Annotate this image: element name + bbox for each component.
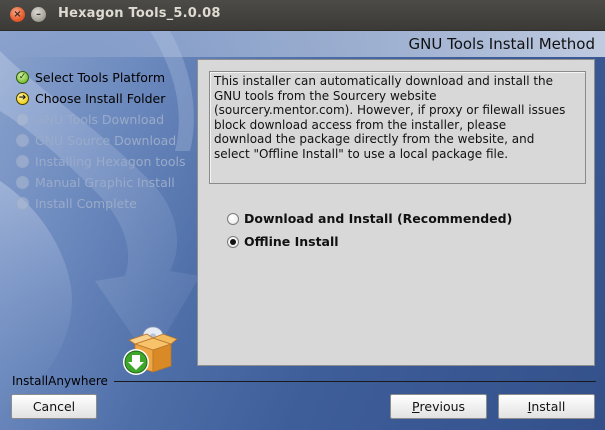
brand-label: InstallAnywhere bbox=[12, 374, 108, 388]
offline-install-radio[interactable] bbox=[227, 235, 239, 248]
content-panel: This installer can automatically downloa… bbox=[197, 59, 595, 366]
step-label: Installing Hexagon tools bbox=[35, 154, 186, 169]
download-and-install-radio[interactable] bbox=[227, 212, 239, 225]
steps-list: ✓ Select Tools Platform ➔ Choose Install… bbox=[16, 67, 186, 214]
step-label: Install Complete bbox=[35, 196, 137, 211]
close-icon: × bbox=[13, 8, 22, 20]
close-window-button[interactable]: × bbox=[10, 7, 25, 22]
step-label: Choose Install Folder bbox=[35, 91, 166, 106]
info-line: select "Offline Install" to use a local … bbox=[214, 146, 509, 161]
check-icon: ✓ bbox=[16, 71, 29, 84]
info-line: download the package directly from the w… bbox=[214, 132, 535, 146]
cancel-button[interactable]: Cancel bbox=[11, 394, 97, 419]
info-text-box: This installer can automatically downloa… bbox=[209, 71, 586, 184]
radio-selected-dot bbox=[230, 238, 236, 245]
step-select-tools-platform: ✓ Select Tools Platform bbox=[16, 67, 186, 88]
title-bar[interactable]: × – Hexagon Tools_5.0.08 bbox=[0, 0, 605, 31]
info-line: block download access from the installer… bbox=[214, 117, 507, 132]
installer-window: × – Hexagon Tools_5.0.08 GNU Tools Insta… bbox=[0, 0, 605, 430]
arrow-right-icon: ➔ bbox=[16, 92, 29, 105]
page-title: GNU Tools Install Method bbox=[408, 35, 596, 53]
previous-button[interactable]: Previous bbox=[390, 394, 487, 419]
step-installing-hexagon-tools: Installing Hexagon tools bbox=[16, 151, 186, 172]
info-line: This installer can automatically downloa… bbox=[214, 74, 554, 88]
previous-label: revious bbox=[419, 399, 466, 414]
pending-dot-icon bbox=[16, 197, 29, 210]
install-label: nstall bbox=[531, 399, 566, 414]
pending-dot-icon bbox=[16, 113, 29, 126]
offline-install-option[interactable]: Offline Install bbox=[227, 234, 339, 249]
step-choose-install-folder: ➔ Choose Install Folder bbox=[16, 88, 186, 109]
step-label: Manual Graphic Install bbox=[35, 175, 175, 190]
step-gnu-source-download: GNU Source Download bbox=[16, 130, 186, 151]
pending-dot-icon bbox=[16, 155, 29, 168]
installer-box-download-icon bbox=[123, 326, 178, 375]
pending-dot-icon bbox=[16, 134, 29, 147]
step-install-complete: Install Complete bbox=[16, 193, 186, 214]
step-label: GNU Tools Download bbox=[35, 112, 165, 127]
download-and-install-label[interactable]: Download and Install (Recommended) bbox=[244, 211, 512, 226]
step-label: Select Tools Platform bbox=[35, 70, 166, 85]
footer-divider bbox=[114, 381, 596, 382]
step-manual-graphic-install: Manual Graphic Install bbox=[16, 172, 186, 193]
step-label: GNU Source Download bbox=[35, 133, 177, 148]
minimize-window-button[interactable]: – bbox=[31, 7, 46, 22]
info-line: (sourcery.mentor.com). However, if proxy… bbox=[214, 103, 566, 117]
minimize-icon: – bbox=[36, 8, 41, 20]
offline-install-label[interactable]: Offline Install bbox=[244, 234, 339, 249]
download-and-install-option[interactable]: Download and Install (Recommended) bbox=[227, 211, 512, 226]
step-gnu-tools-download: GNU Tools Download bbox=[16, 109, 186, 130]
install-button[interactable]: Install bbox=[498, 394, 595, 419]
info-line: GNU tools from the Sourcery website bbox=[214, 88, 437, 103]
window-title: Hexagon Tools_5.0.08 bbox=[58, 6, 221, 21]
pending-dot-icon bbox=[16, 176, 29, 189]
previous-mnemonic: P bbox=[411, 399, 420, 414]
